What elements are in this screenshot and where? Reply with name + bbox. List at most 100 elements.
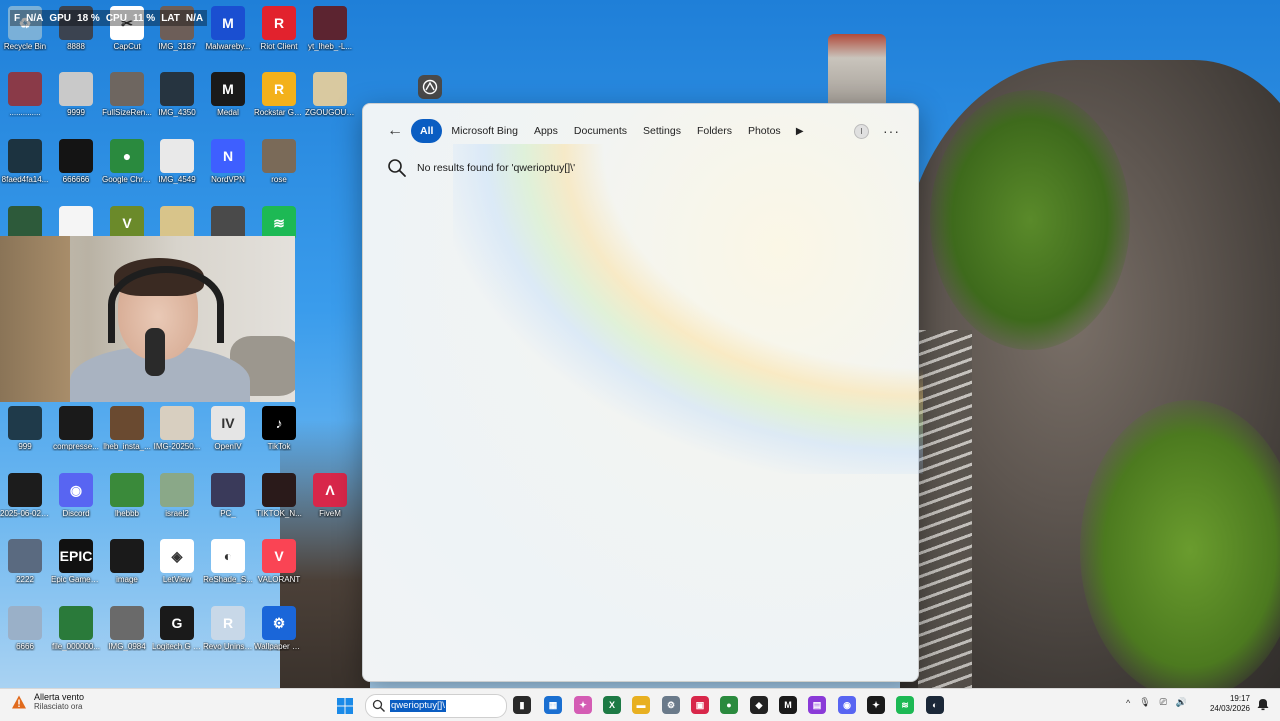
- taskbar-medal-icon[interactable]: M: [779, 696, 797, 714]
- tab-apps[interactable]: Apps: [527, 119, 565, 143]
- desktop-icon-label: rose: [271, 175, 287, 184]
- desktop-icon-label: Malwareby...: [205, 42, 251, 51]
- 2222-icon: [8, 539, 42, 573]
- desktop-icon-8faed4fa14[interactable]: 8faed4fa14...: [0, 135, 50, 197]
- desktop-icon-item[interactable]: ..............: [0, 68, 50, 130]
- desktop-icon-letview[interactable]: ◈ LetView: [152, 535, 202, 597]
- taskbar-steam-icon[interactable]: ◐: [926, 696, 944, 714]
- desktop-icon-label: IMG_0984: [108, 642, 146, 651]
- volume-icon[interactable]: 🔊: [1176, 697, 1187, 708]
- desktop-icon-zgougouzz[interactable]: ZGOUGOUZZ: [305, 68, 355, 130]
- panel-background-art: [453, 144, 923, 474]
- microphone-icon[interactable]: 🎙: [1139, 697, 1150, 708]
- taskbar-discord-icon[interactable]: ◉: [838, 696, 856, 714]
- desktop-icon-label: compresse...: [53, 442, 99, 451]
- desktop-icon-label: 9999: [67, 108, 85, 117]
- notifications-icon[interactable]: [1256, 697, 1270, 711]
- desktop-icon-malwareby[interactable]: M Malwareby...: [203, 2, 253, 64]
- no-results-message: No results found for 'qwerioptuy[]\': [387, 158, 575, 178]
- desktop-icon-img-20250[interactable]: IMG-20250...: [152, 402, 202, 464]
- desktop-icon-reshade-s[interactable]: ◐ ReShade_S...: [203, 535, 253, 597]
- desktop-icon-9999[interactable]: 9999: [51, 68, 101, 130]
- profile-button[interactable]: I: [854, 123, 869, 139]
- desktop-icon-2025-06-02-22-07-01[interactable]: 2025-06-02 22-07-01: [0, 469, 50, 531]
- file-icon: [211, 206, 245, 240]
- tab-settings[interactable]: Settings: [636, 119, 688, 143]
- desktop-icon-valorant[interactable]: V VALORANT: [254, 535, 304, 597]
- desktop-icon-revo-uninstaller[interactable]: R Revo Uninstaller: [203, 602, 253, 664]
- desktop-icon-openiv[interactable]: IV OpenIV: [203, 402, 253, 464]
- tab-microsoft-bing[interactable]: Microsoft Bing: [444, 119, 525, 143]
- desktop-icon-lhebbb[interactable]: lhebbb: [102, 469, 152, 531]
- webcam-overlay: [0, 236, 295, 402]
- taskbar-spotify-icon[interactable]: ≋: [896, 696, 914, 714]
- show-hidden-icons[interactable]: ^: [1126, 698, 1130, 708]
- taskbar-search-box[interactable]: qwerioptuy[]\: [365, 694, 507, 718]
- taskbar-settings-icon[interactable]: ⚙: [662, 696, 680, 714]
- desktop-icon-medal[interactable]: M Medal: [203, 68, 253, 130]
- 9999-icon: [59, 72, 93, 106]
- desktop-icon-img-4350[interactable]: IMG_4350: [152, 68, 202, 130]
- desktop-icon-israel2[interactable]: israel2: [152, 469, 202, 531]
- taskbar: Allerta vento Rilasciato ora qwerioptuy[…: [0, 688, 1280, 721]
- desktop-icon-label: IMG_4549: [158, 175, 196, 184]
- desktop-icon-image[interactable]: image: [102, 535, 152, 597]
- back-button[interactable]: ←: [383, 119, 407, 143]
- taskbar-excel-icon[interactable]: X: [603, 696, 621, 714]
- tab-folders[interactable]: Folders: [690, 119, 739, 143]
- desktop-icon-img-0984[interactable]: IMG_0984: [102, 602, 152, 664]
- taskbar-file-explorer-icon[interactable]: ▬: [632, 696, 650, 714]
- more-options-button[interactable]: ···: [883, 123, 900, 139]
- taskbar-app-red-icon[interactable]: ▣: [691, 696, 709, 714]
- tab-photos[interactable]: Photos: [741, 119, 788, 143]
- floating-app-icon[interactable]: [418, 75, 442, 99]
- taskbar-app-dark-icon[interactable]: ◆: [750, 696, 768, 714]
- taskbar-chrome-icon[interactable]: ●: [720, 696, 738, 714]
- more-tabs-button[interactable]: ▶: [790, 119, 810, 143]
- desktop-icon-riot-client[interactable]: R Riot Client: [254, 2, 304, 64]
- desktop-icon-epic-games-launcher[interactable]: EPIC Epic Games Launcher: [51, 535, 101, 597]
- desktop-icon-discord[interactable]: ◉ Discord: [51, 469, 101, 531]
- desktop-icon-lheb-insta[interactable]: lheb_insta_...: [102, 402, 152, 464]
- tab-all[interactable]: All: [411, 119, 443, 143]
- item-icon: [8, 72, 42, 106]
- desktop-icon-yt-lheb-l[interactable]: yt_lheb_-L...: [305, 2, 355, 64]
- taskbar-app-purple-icon[interactable]: ▤: [808, 696, 826, 714]
- weather-title: Allerta vento: [34, 692, 85, 702]
- tab-documents[interactable]: Documents: [567, 119, 634, 143]
- desktop-icon-label: PC_: [220, 509, 236, 518]
- desktop-icon-fivem[interactable]: Λ FiveM: [305, 469, 355, 531]
- desktop-icon-pc[interactable]: PC_: [203, 469, 253, 531]
- desktop-icon-google-chrome[interactable]: ● Google Chrome: [102, 135, 152, 197]
- desktop-icon-tiktok[interactable]: ♪ TikTok: [254, 402, 304, 464]
- desktop-icon-tiktok-n[interactable]: TIKTOK_N...: [254, 469, 304, 531]
- webcam-headset: [108, 266, 224, 343]
- israel2-icon: [160, 473, 194, 507]
- weather-widget[interactable]: Allerta vento Rilasciato ora: [10, 692, 84, 712]
- desktop-icon-rockstar-games[interactable]: R Rockstar Games ...: [254, 68, 304, 130]
- desktop-icon-file-000000[interactable]: file_000000...: [51, 602, 101, 664]
- search-query-text[interactable]: qwerioptuy[]\: [390, 700, 446, 712]
- desktop-icon-compresse[interactable]: compresse...: [51, 402, 101, 464]
- desktop-icon-fullsizeren[interactable]: FullSizeRen...: [102, 68, 152, 130]
- desktop-icon-rose[interactable]: rose: [254, 135, 304, 197]
- desktop-icon-666666[interactable]: 666666: [51, 135, 101, 197]
- taskbar-task-view-icon[interactable]: ▮: [513, 696, 531, 714]
- desktop-icon-wallpaper-engine[interactable]: ⚙ Wallpaper Engine: [254, 602, 304, 664]
- taskbar-app-blue-icon[interactable]: ▦: [544, 696, 562, 714]
- taskbar-copilot-icon[interactable]: ✦: [574, 696, 592, 714]
- desktop-icon-logitech-g-hub[interactable]: G Logitech G HUB: [152, 602, 202, 664]
- stat-label-cpu: CPU: [105, 12, 127, 24]
- desktop-icon-999[interactable]: 999: [0, 402, 50, 464]
- letview-icon: ◈: [160, 539, 194, 573]
- taskbar-app-black-icon[interactable]: ✦: [867, 696, 885, 714]
- desktop-icon-2222[interactable]: 2222: [0, 535, 50, 597]
- desktop-icon-nordvpn[interactable]: N NordVPN: [203, 135, 253, 197]
- network-icon[interactable]: ⎚: [1160, 697, 1167, 708]
- desktop-icon-label: FullSizeRen...: [102, 108, 152, 117]
- desktop-icon-img-4549[interactable]: IMG_4549: [152, 135, 202, 197]
- revo-uninstaller-icon: R: [211, 606, 245, 640]
- clock[interactable]: 19:17 24/03/2026: [1202, 694, 1250, 714]
- desktop-icon-6666[interactable]: 6666: [0, 602, 50, 664]
- start-button[interactable]: [336, 697, 354, 715]
